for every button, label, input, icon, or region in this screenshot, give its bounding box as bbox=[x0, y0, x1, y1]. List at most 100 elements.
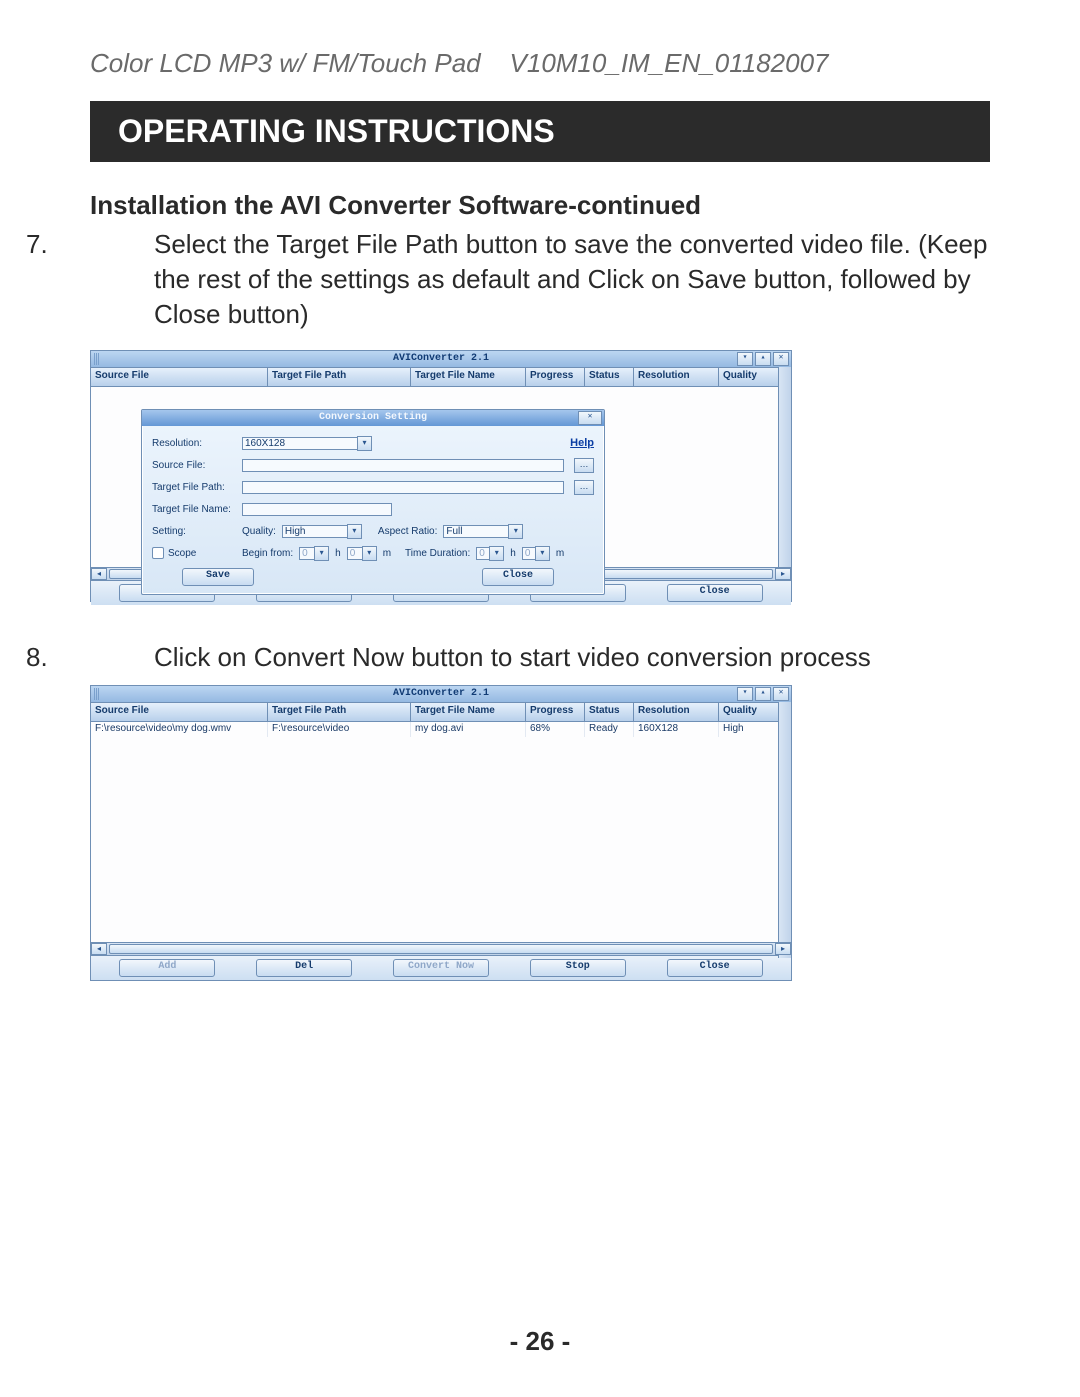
titlebar-grip-icon bbox=[94, 353, 100, 365]
dialog-title: Conversion Setting bbox=[319, 412, 427, 423]
target-path-input[interactable] bbox=[242, 481, 564, 494]
window-minimize-icon[interactable]: ▾ bbox=[737, 687, 753, 701]
chevron-down-icon[interactable]: ▾ bbox=[508, 524, 523, 539]
col-target-path[interactable]: Target File Path bbox=[268, 368, 411, 386]
col-target-name[interactable]: Target File Name bbox=[411, 368, 526, 386]
scroll-right-icon[interactable]: ▸ bbox=[775, 568, 791, 580]
source-file-label: Source File: bbox=[152, 460, 236, 471]
target-name-input[interactable] bbox=[242, 503, 392, 516]
step-8: 8.Click on Convert Now button to start v… bbox=[90, 640, 990, 675]
step-number: 7. bbox=[90, 227, 154, 262]
target-browse-button[interactable]: … bbox=[574, 480, 594, 495]
unit-m: m bbox=[556, 548, 564, 559]
close-button[interactable]: Close bbox=[667, 959, 763, 977]
col-source-file[interactable]: Source File bbox=[91, 703, 268, 721]
quality-combo[interactable]: High bbox=[282, 525, 348, 538]
vertical-scrollbar[interactable] bbox=[778, 367, 791, 579]
unit-h: h bbox=[335, 548, 341, 559]
close-button[interactable]: Close bbox=[667, 584, 763, 602]
window-title: AVIConverter 2.1 bbox=[393, 353, 489, 364]
dialog-save-button[interactable]: Save bbox=[182, 568, 254, 586]
col-source-file[interactable]: Source File bbox=[91, 368, 268, 386]
source-file-input[interactable] bbox=[242, 459, 564, 472]
col-resolution[interactable]: Resolution bbox=[634, 368, 719, 386]
window-minimize-icon[interactable]: ▾ bbox=[737, 352, 753, 366]
window-titlebar[interactable]: AVIConverter 2.1 ▾ ▴ ✕ bbox=[91, 686, 791, 702]
begin-from-label: Begin from: bbox=[242, 548, 293, 559]
window-title: AVIConverter 2.1 bbox=[393, 688, 489, 699]
spinner-icon[interactable]: ▾ bbox=[489, 546, 504, 561]
spinner-icon[interactable]: ▾ bbox=[362, 546, 377, 561]
window-maximize-icon[interactable]: ▴ bbox=[755, 687, 771, 701]
table-row[interactable]: F:\resource\video\my dog.wmv F:\resource… bbox=[91, 722, 791, 737]
chevron-down-icon[interactable]: ▾ bbox=[347, 524, 362, 539]
aviconverter-window: AVIConverter 2.1 ▾ ▴ ✕ Source File Targe… bbox=[90, 350, 792, 602]
action-button-row: Add Del Convert Now Stop Close bbox=[91, 955, 791, 980]
dur-h-input[interactable]: 0 bbox=[476, 547, 490, 560]
cell-status: Ready bbox=[585, 722, 634, 737]
scroll-right-icon[interactable]: ▸ bbox=[775, 943, 791, 955]
dialog-close-button[interactable]: Close bbox=[482, 568, 554, 586]
cell-resolution: 160X128 bbox=[634, 722, 719, 737]
window-close-icon[interactable]: ✕ bbox=[773, 687, 789, 701]
scope-label: Scope bbox=[168, 548, 196, 559]
col-status[interactable]: Status bbox=[585, 368, 634, 386]
window-close-icon[interactable]: ✕ bbox=[773, 352, 789, 366]
time-duration-label: Time Duration: bbox=[405, 548, 470, 559]
dur-m-input[interactable]: 0 bbox=[522, 547, 536, 560]
aviconverter-window: AVIConverter 2.1 ▾ ▴ ✕ Source File Targe… bbox=[90, 685, 792, 981]
aspect-combo[interactable]: Full bbox=[443, 525, 509, 538]
chevron-down-icon[interactable]: ▾ bbox=[357, 436, 372, 451]
window-maximize-icon[interactable]: ▴ bbox=[755, 352, 771, 366]
section-title-bar: OPERATING INSTRUCTIONS bbox=[90, 101, 990, 162]
cell-source: F:\resource\video\my dog.wmv bbox=[91, 722, 268, 737]
col-target-path[interactable]: Target File Path bbox=[268, 703, 411, 721]
col-target-name[interactable]: Target File Name bbox=[411, 703, 526, 721]
file-list-body[interactable]: F:\resource\video\my dog.wmv F:\resource… bbox=[91, 722, 791, 942]
scroll-thumb[interactable] bbox=[109, 944, 773, 954]
scroll-left-icon[interactable]: ◂ bbox=[91, 943, 107, 955]
quality-label: Quality: bbox=[242, 526, 276, 537]
col-resolution[interactable]: Resolution bbox=[634, 703, 719, 721]
step-text: Click on Convert Now button to start vid… bbox=[154, 642, 871, 672]
target-path-label: Target File Path: bbox=[152, 482, 236, 493]
step-number: 8. bbox=[90, 640, 154, 675]
page-number: - 26 - bbox=[0, 1326, 1080, 1357]
cell-target-path: F:\resource\video bbox=[268, 722, 411, 737]
aspect-label: Aspect Ratio: bbox=[378, 526, 437, 537]
col-progress[interactable]: Progress bbox=[526, 368, 585, 386]
resolution-combo[interactable]: 160X128 bbox=[242, 437, 358, 450]
del-button[interactable]: Del bbox=[256, 959, 352, 977]
help-link[interactable]: Help bbox=[570, 437, 594, 449]
conversion-setting-dialog: Conversion Setting ✕ Resolution: 160X128… bbox=[141, 409, 605, 595]
spinner-icon[interactable]: ▾ bbox=[314, 546, 329, 561]
scroll-left-icon[interactable]: ◂ bbox=[91, 568, 107, 580]
begin-h-input[interactable]: 0 bbox=[299, 547, 315, 560]
spinner-icon[interactable]: ▾ bbox=[535, 546, 550, 561]
window-titlebar[interactable]: AVIConverter 2.1 ▾ ▴ ✕ bbox=[91, 351, 791, 367]
add-button[interactable]: Add bbox=[119, 959, 215, 977]
setting-label: Setting: bbox=[152, 526, 236, 537]
cell-progress: 68% bbox=[526, 722, 585, 737]
subheading: Installation the AVI Converter Software-… bbox=[90, 190, 990, 221]
target-name-label: Target File Name: bbox=[152, 504, 236, 515]
unit-m: m bbox=[383, 548, 391, 559]
col-progress[interactable]: Progress bbox=[526, 703, 585, 721]
dialog-titlebar[interactable]: Conversion Setting ✕ bbox=[142, 410, 604, 426]
resolution-label: Resolution: bbox=[152, 438, 236, 449]
vertical-scrollbar[interactable] bbox=[778, 702, 791, 958]
dialog-close-icon[interactable]: ✕ bbox=[578, 411, 602, 425]
horizontal-scrollbar[interactable]: ◂ ▸ bbox=[91, 942, 791, 955]
titlebar-grip-icon bbox=[94, 688, 100, 700]
column-header-row: Source File Target File Path Target File… bbox=[91, 702, 791, 722]
scope-checkbox[interactable] bbox=[152, 547, 164, 559]
col-status[interactable]: Status bbox=[585, 703, 634, 721]
step-text: Select the Target File Path button to sa… bbox=[154, 229, 987, 329]
begin-m-input[interactable]: 0 bbox=[347, 547, 363, 560]
column-header-row: Source File Target File Path Target File… bbox=[91, 367, 791, 387]
unit-h: h bbox=[510, 548, 516, 559]
stop-button[interactable]: Stop bbox=[530, 959, 626, 977]
section-title: OPERATING INSTRUCTIONS bbox=[118, 113, 555, 149]
convert-now-button[interactable]: Convert Now bbox=[393, 959, 489, 977]
source-browse-button[interactable]: … bbox=[574, 458, 594, 473]
